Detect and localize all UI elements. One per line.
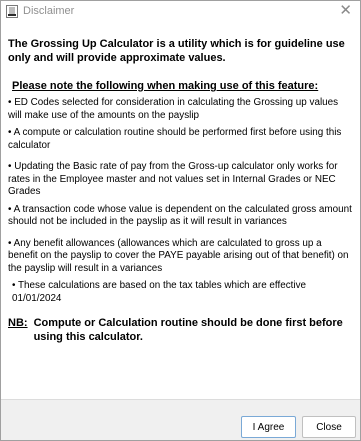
nb-label: NB: bbox=[8, 317, 28, 329]
close-button[interactable]: Close bbox=[302, 416, 356, 438]
title-bar[interactable]: Disclaimer ✕ bbox=[1, 1, 360, 21]
disclaimer-window: Disclaimer ✕ The Grossing Up Calculator … bbox=[0, 0, 361, 441]
agree-button[interactable]: I Agree bbox=[241, 416, 296, 438]
note-item: • These calculations are based on the ta… bbox=[12, 280, 307, 304]
note-item: • ED Codes selected for consideration in… bbox=[8, 97, 339, 121]
disclaimer-content: The Grossing Up Calculator is a utility … bbox=[1, 37, 360, 398]
app-icon bbox=[6, 4, 18, 18]
nb-text: Compute or Calculation routine should be… bbox=[33, 317, 343, 343]
close-icon[interactable]: ✕ bbox=[339, 3, 352, 19]
notice-heading: Please note the following when making us… bbox=[12, 80, 319, 92]
button-bar: I Agree Close bbox=[1, 399, 360, 440]
note-item: • Any benefit allowances (allowances whi… bbox=[8, 237, 349, 274]
note-item: • Updating the Basic rate of pay from th… bbox=[8, 161, 338, 197]
window-title: Disclaimer bbox=[23, 5, 75, 17]
intro-text: The Grossing Up Calculator is a utility … bbox=[8, 38, 345, 64]
note-item: • A compute or calculation routine shoul… bbox=[8, 127, 342, 151]
nb-note: NB: Compute or Calculation routine shoul… bbox=[8, 316, 352, 344]
note-item: • A transaction code whose value is depe… bbox=[8, 203, 352, 228]
